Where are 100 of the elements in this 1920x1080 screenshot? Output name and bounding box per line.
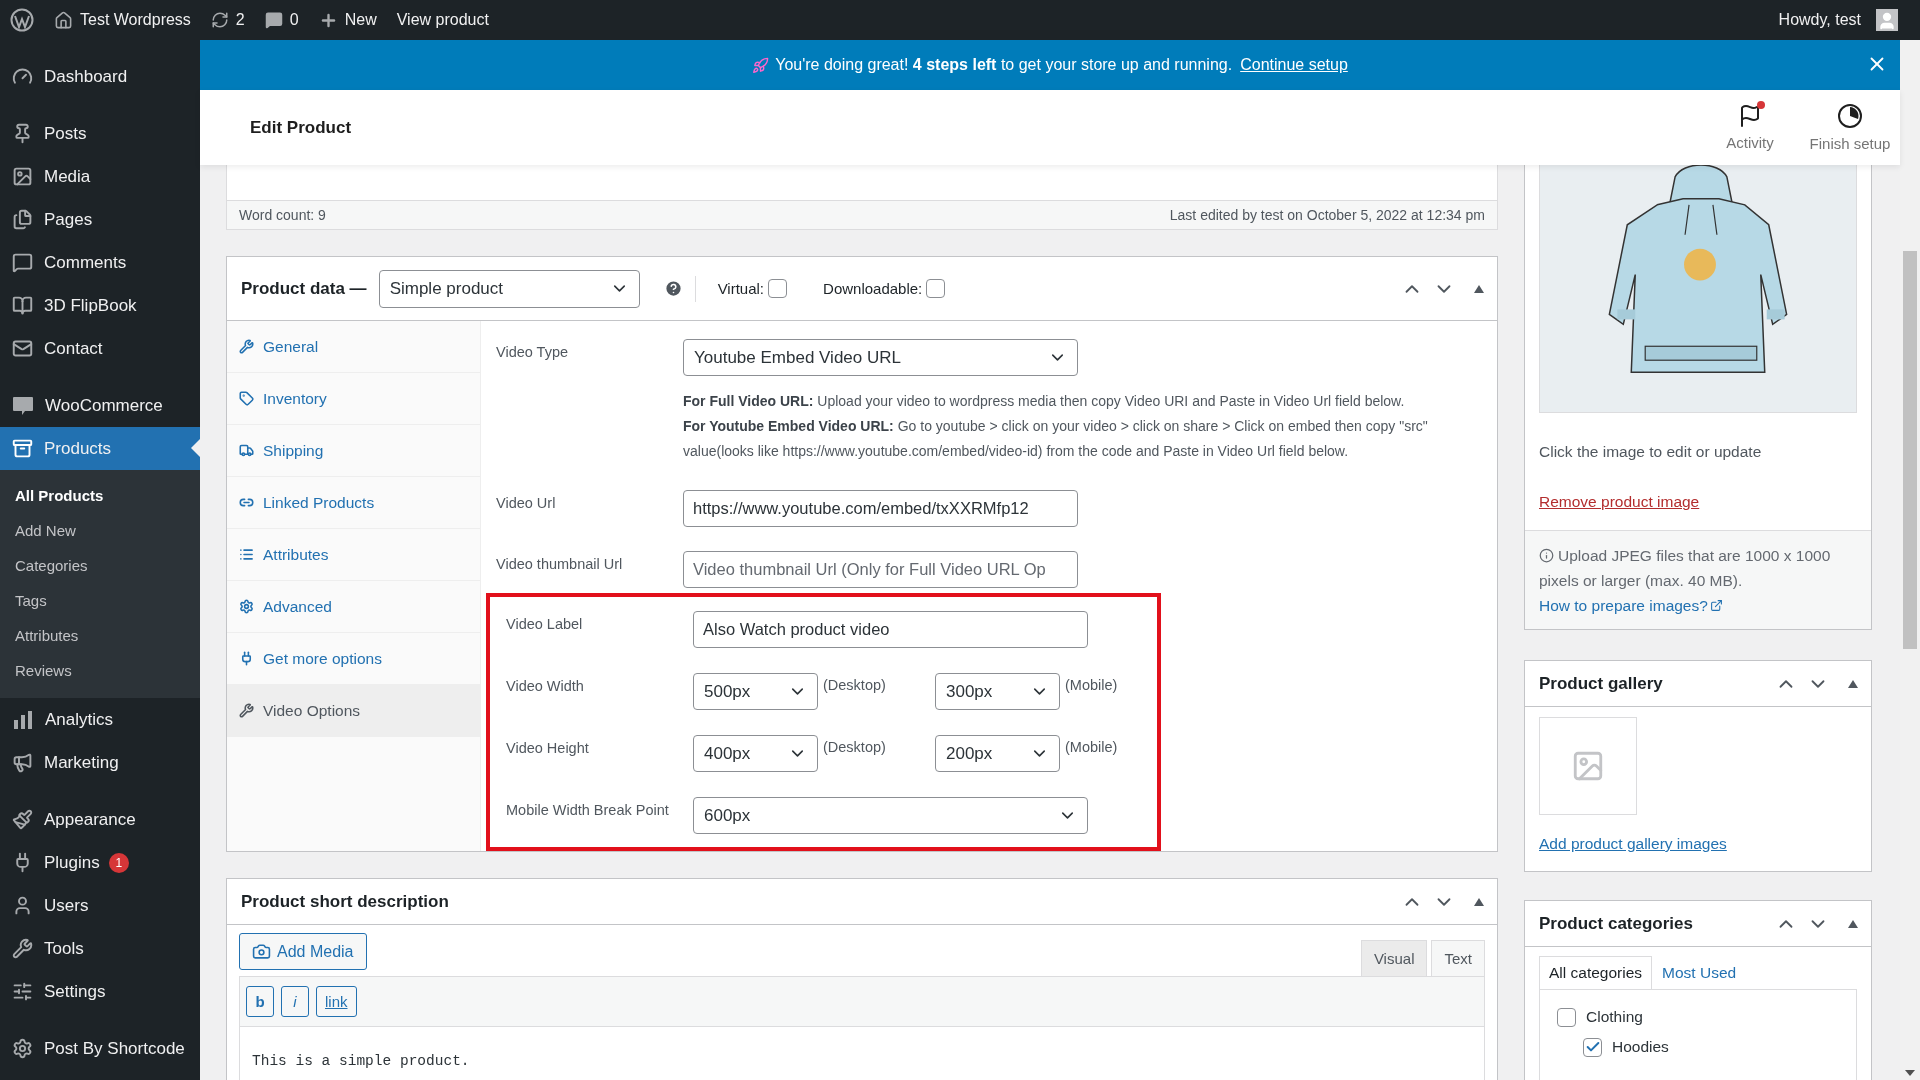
image-caption: Click the image to edit or update xyxy=(1539,442,1763,462)
checkbox-label: Virtual: xyxy=(717,280,765,297)
input-field[interactable]: Video thumbnail Url (Only for Full Video URL Op xyxy=(683,551,1078,588)
downloadable-checkbox[interactable] xyxy=(926,279,946,298)
remove-image-link[interactable]: Remove product image xyxy=(1539,492,1700,512)
product-data-tab[interactable]: Video Options xyxy=(227,685,480,737)
sidebar-item[interactable]: Dashboard xyxy=(0,55,200,98)
product-data-tab[interactable]: Inventory xyxy=(227,373,480,425)
triangle-up-icon[interactable] xyxy=(1847,678,1859,689)
product-data-tab[interactable]: Advanced xyxy=(227,581,480,633)
sidebar-item[interactable]: Analytics xyxy=(0,698,200,741)
view-product-link[interactable]: View product xyxy=(386,0,499,40)
count-badge: 1 xyxy=(108,852,129,873)
dropdown[interactable]: 200px xyxy=(935,735,1060,772)
field-label: Video Url xyxy=(496,494,557,511)
scroll-down-arrow-icon[interactable] xyxy=(1905,1070,1915,1076)
sidebar-item[interactable]: Settings xyxy=(0,970,200,1013)
gauge-icon xyxy=(12,66,33,87)
input-field[interactable]: Also Watch product video xyxy=(693,611,1088,648)
comments-link[interactable]: 0 xyxy=(254,0,309,40)
note-text: (Mobile) xyxy=(1064,738,1119,757)
archive-icon xyxy=(12,438,33,459)
product-data-tab[interactable]: General xyxy=(227,321,480,373)
help-icon[interactable] xyxy=(663,279,683,298)
dropdown[interactable]: 400px xyxy=(693,735,818,772)
wrench-icon xyxy=(239,703,254,718)
add-gallery-link[interactable]: Add product gallery images xyxy=(1539,835,1727,853)
editor-tab[interactable]: Text xyxy=(1431,940,1485,976)
add-media-button[interactable]: Add Media xyxy=(239,933,367,970)
format-button[interactable]: i xyxy=(281,986,309,1017)
text-editor[interactable]: This is a simple product. xyxy=(239,1027,1485,1080)
panel-title: Product data — xyxy=(241,278,367,299)
format-button[interactable]: link xyxy=(316,986,357,1017)
dropdown[interactable]: 300px xyxy=(935,673,1060,710)
triangle-up-icon[interactable] xyxy=(1473,896,1485,907)
product-data-tab[interactable]: Attributes xyxy=(227,529,480,581)
sidebar-item[interactable]: Comments xyxy=(0,241,200,284)
sidebar-item[interactable]: Contact xyxy=(0,327,200,370)
triangle-up-icon[interactable] xyxy=(1473,283,1485,294)
wordpress-logo-icon[interactable] xyxy=(10,8,34,32)
product-type-dropdown[interactable]: Simple product xyxy=(378,269,640,308)
account-link[interactable]: Howdy, test xyxy=(1768,0,1908,40)
product-data-tab[interactable]: Shipping xyxy=(227,425,480,477)
category-checkbox[interactable]: Hoodies xyxy=(1583,1032,1839,1062)
site-name-link[interactable]: Test Wordpress xyxy=(44,0,201,40)
sidebar-item[interactable]: Posts xyxy=(0,112,200,155)
field-label: Mobile Width Break Point xyxy=(506,801,670,818)
sidebar-item[interactable]: WooCommerce xyxy=(0,384,200,427)
sidebar-item[interactable]: Marketing xyxy=(0,741,200,784)
category-checkbox[interactable]: Clothing xyxy=(1557,1002,1839,1032)
product-data-tab[interactable]: Linked Products xyxy=(227,477,480,529)
plug-icon xyxy=(239,651,254,666)
info-icon xyxy=(1539,548,1554,563)
input-field[interactable]: https://www.youtube.com/embed/txXXRMfp12 xyxy=(683,490,1078,527)
sidebar-item[interactable]: 3D FlipBook xyxy=(0,284,200,327)
pin-icon xyxy=(12,123,33,144)
new-link[interactable]: New xyxy=(308,0,387,40)
note-text: (Desktop) xyxy=(822,738,887,757)
dropdown[interactable]: 600px xyxy=(693,797,1088,834)
sidebar-item[interactable]: Media xyxy=(0,155,200,198)
megaphone-icon xyxy=(12,752,33,773)
editor-tab[interactable]: Visual xyxy=(1360,940,1428,976)
submenu-item[interactable]: All Products xyxy=(0,478,200,513)
header-action-button[interactable]: Finish setup xyxy=(1800,103,1900,152)
submenu-item[interactable]: Tags xyxy=(0,583,200,618)
upload-note: Upload JPEG files that are 1000 x 1000 pixels or larger (max. 40 MB). How to prepare images? xyxy=(1539,546,1832,616)
continue-setup-link[interactable]: Continue setup xyxy=(1240,56,1348,74)
prepare-images-link[interactable]: How to prepare images? xyxy=(1539,597,1723,614)
sidebar-item[interactable]: Appearance xyxy=(0,798,200,841)
submenu-item[interactable]: Categories xyxy=(0,548,200,583)
dropdown[interactable]: Youtube Embed Video URL xyxy=(683,339,1078,376)
page-title: Edit Product xyxy=(250,117,353,138)
sidebar-item[interactable]: Products xyxy=(0,427,200,470)
category-tab[interactable]: Most Used xyxy=(1652,956,1747,989)
gallery-thumbnail[interactable] xyxy=(1539,717,1637,815)
submenu-item[interactable]: Attributes xyxy=(0,618,200,653)
sidebar-item[interactable]: Pages xyxy=(0,198,200,241)
image-placeholder-icon xyxy=(1571,749,1605,783)
category-tab[interactable]: All categories xyxy=(1539,956,1653,989)
notice-message: You're doing great! 4 steps left to get your store up and running. Continue setup xyxy=(775,56,1348,74)
updates-link[interactable]: 2 xyxy=(200,0,255,40)
sidebar-item[interactable]: Plugins 1 xyxy=(0,841,200,884)
dropdown[interactable]: 500px xyxy=(693,673,818,710)
checkbox-label: Downloadable: xyxy=(823,280,923,297)
gear-icon xyxy=(12,1038,33,1059)
header-action-button[interactable]: Activity xyxy=(1700,104,1800,151)
panel-title: Product categories xyxy=(1539,913,1693,934)
virtual-checkbox[interactable] xyxy=(768,279,788,298)
submenu-item[interactable]: Reviews xyxy=(0,653,200,688)
submenu-item[interactable]: Add New xyxy=(0,513,200,548)
help-text: For Full Video URL: Upload your video to wordpress media then copy Video URI and Paste in Video Url field below. xyxy=(683,392,1406,411)
triangle-up-icon[interactable] xyxy=(1847,918,1859,929)
word-count: Word count: 9 xyxy=(239,207,326,223)
format-button[interactable]: b xyxy=(246,986,274,1017)
sidebar-item[interactable]: Post By Shortcode xyxy=(0,1027,200,1070)
scrollbar-thumb[interactable] xyxy=(1903,251,1917,649)
sidebar-item[interactable]: Tools xyxy=(0,927,200,970)
field-label: Video Width xyxy=(506,677,585,694)
sidebar-item[interactable]: Users xyxy=(0,884,200,927)
truck-icon xyxy=(239,443,254,458)
